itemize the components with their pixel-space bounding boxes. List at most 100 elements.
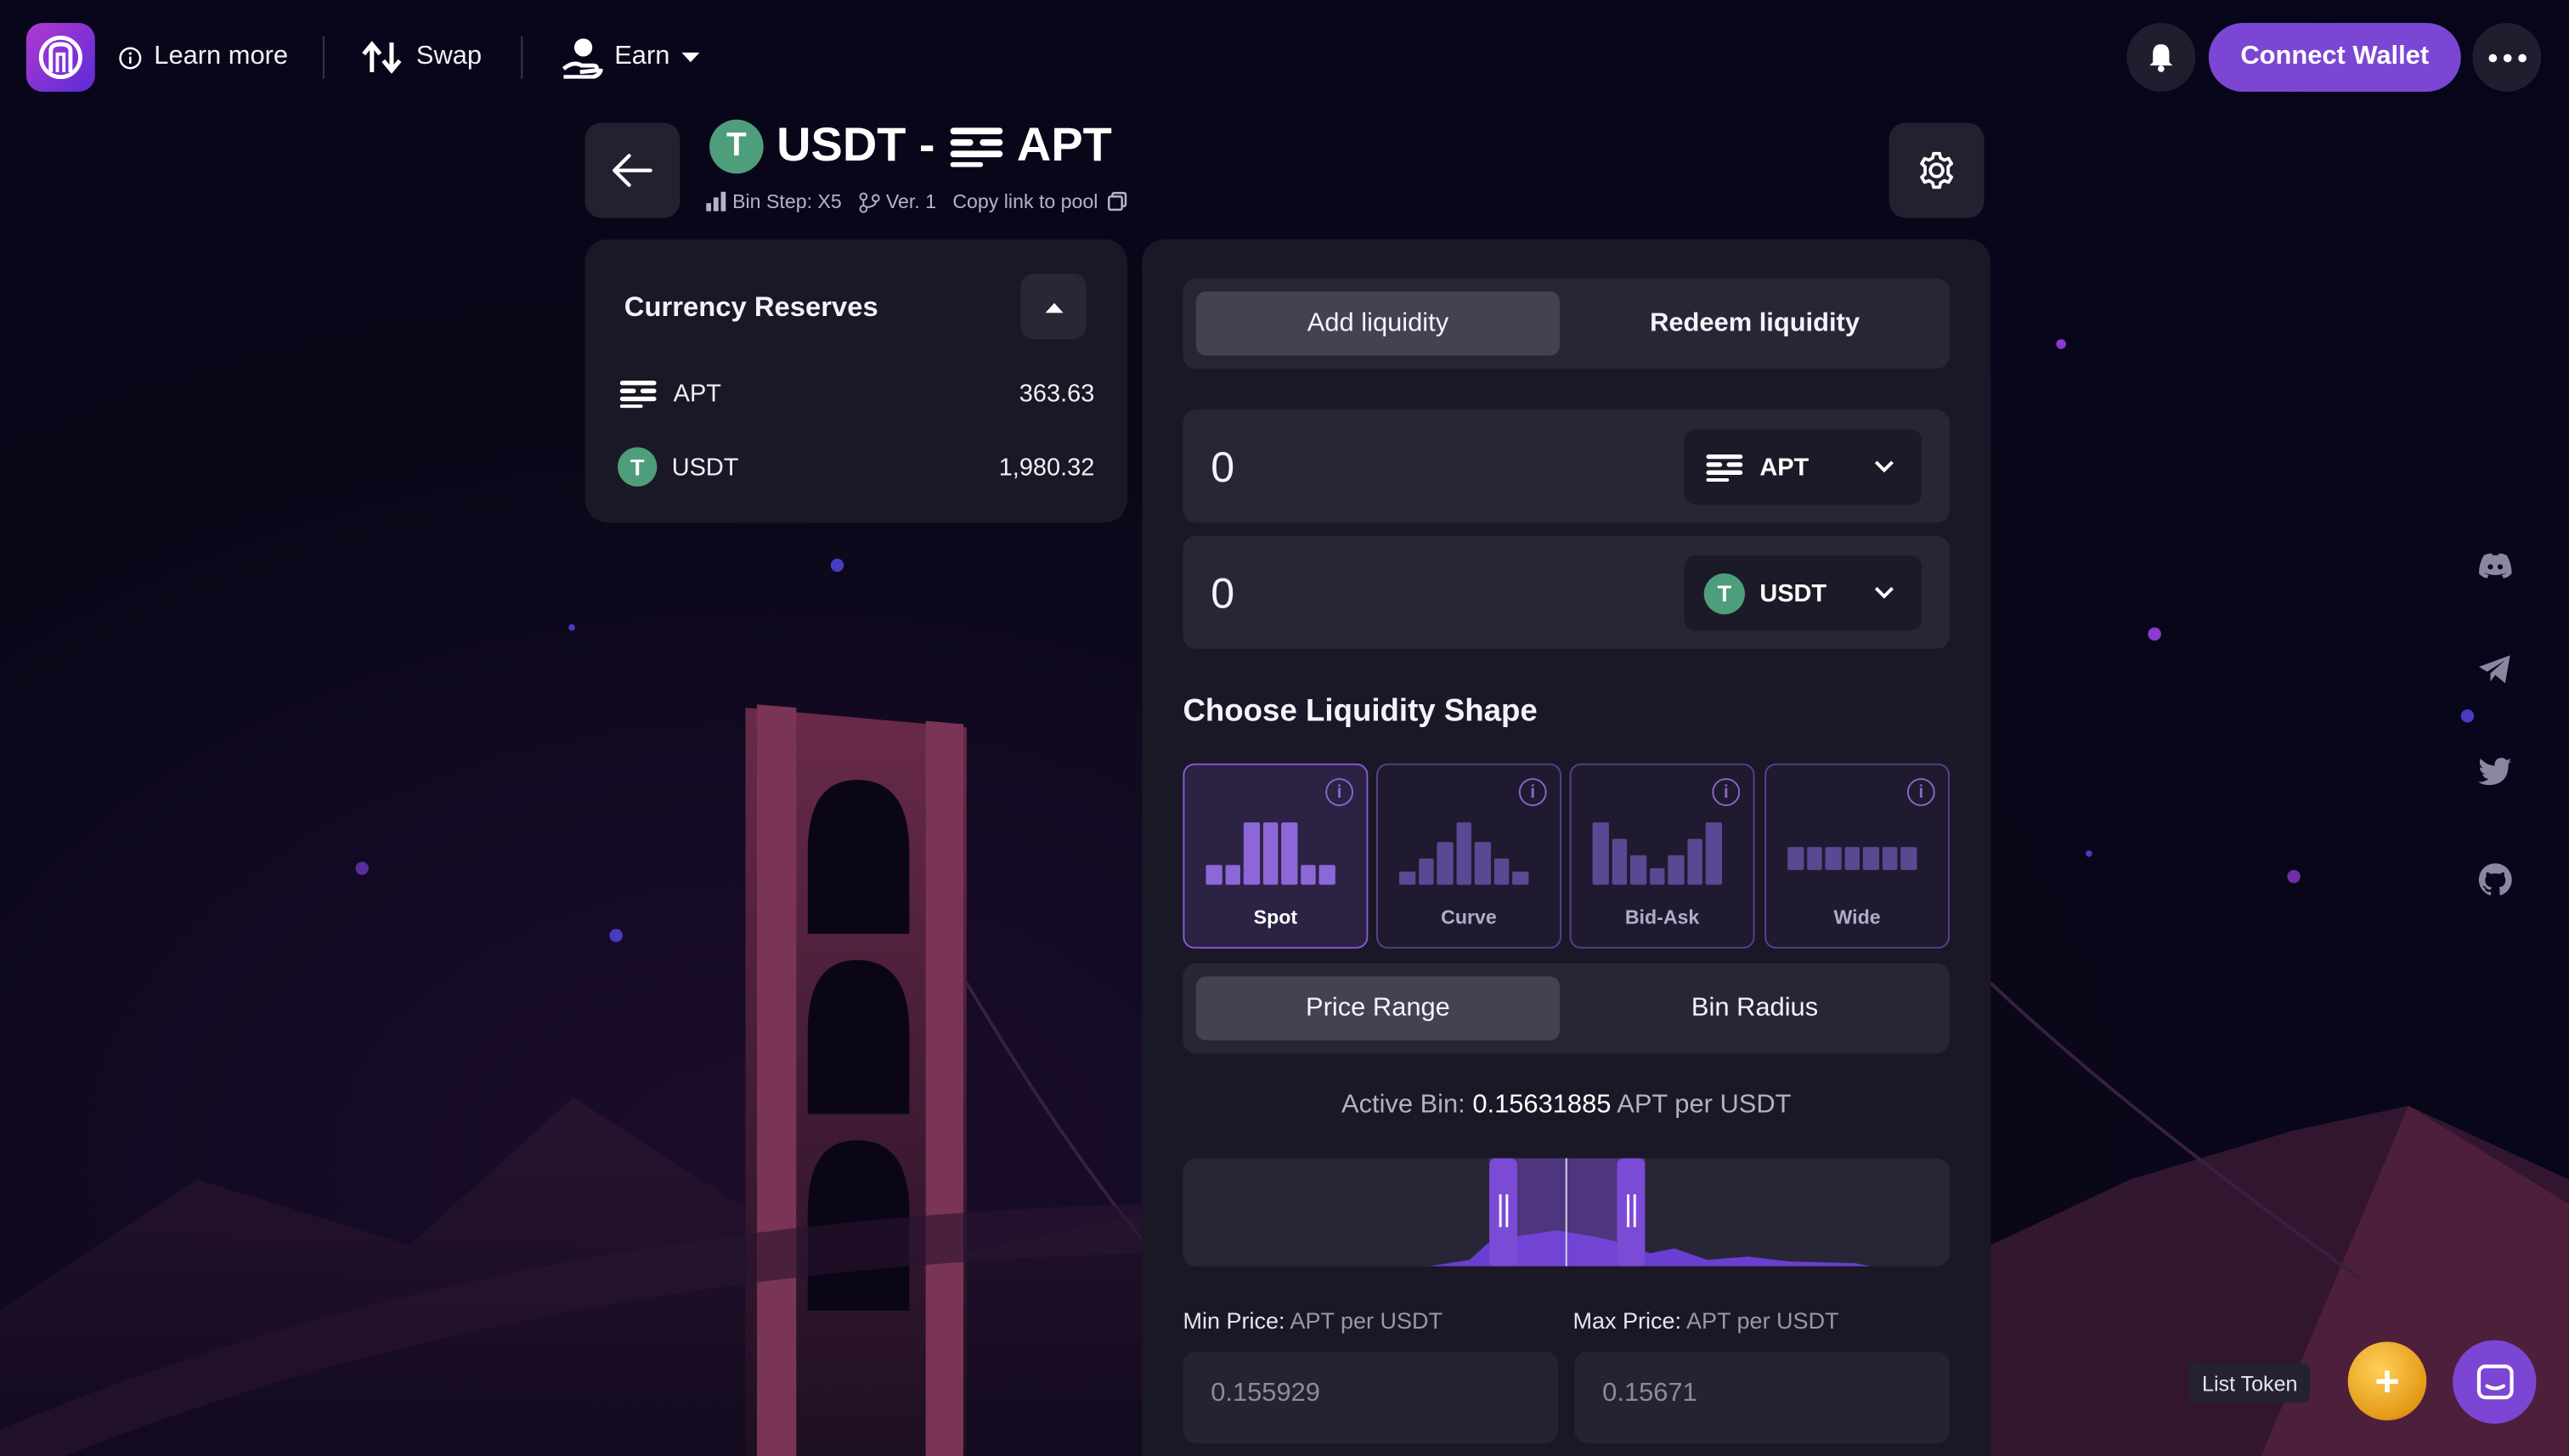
max-price-input[interactable]: 0.15671: [1574, 1352, 1951, 1444]
nav-earn[interactable]: Earn: [561, 36, 700, 79]
min-price-title: Min Price:: [1183, 1307, 1285, 1334]
amount-value[interactable]: 0: [1211, 568, 1234, 619]
usdt-token-icon: T: [709, 118, 764, 173]
tab-bin-radius[interactable]: Bin Radius: [1572, 976, 1936, 1040]
min-price-input[interactable]: 0.155929: [1183, 1352, 1559, 1444]
token-select-usdt[interactable]: T USDT: [1684, 555, 1923, 631]
max-price-label: Max Price: APT per USDT: [1572, 1307, 1838, 1334]
range-handle-right[interactable]: [1617, 1158, 1646, 1267]
min-price-unit: APT per USDT: [1290, 1307, 1443, 1334]
twitter-link[interactable]: [2477, 753, 2513, 789]
liquidity-panel: Add liquidity Redeem liquidity 0 APT 0 T…: [1142, 239, 1991, 1456]
shape-curve[interactable]: i Curve: [1376, 763, 1561, 949]
shape-label: Spot: [1253, 906, 1298, 929]
liquidity-tabs: Add liquidity Redeem liquidity: [1183, 278, 1951, 369]
notifications-button[interactable]: [2126, 23, 2196, 93]
info-icon: [119, 46, 142, 69]
token-select-apt[interactable]: APT: [1684, 429, 1923, 505]
nav-learn-more[interactable]: Learn more: [118, 36, 288, 78]
amount-input-usdt[interactable]: 0 T USDT: [1183, 535, 1951, 649]
user-hand-icon: [562, 38, 603, 79]
usdt-token-icon: T: [618, 447, 658, 487]
nav-swap[interactable]: Swap: [362, 36, 482, 78]
info-icon[interactable]: i: [1518, 778, 1547, 806]
telegram-icon: [2478, 654, 2510, 683]
settings-button[interactable]: [1889, 122, 1985, 218]
spot-bars: [1205, 822, 1335, 885]
telegram-link[interactable]: [2477, 651, 2513, 686]
reserves-title: Currency Reserves: [624, 291, 878, 323]
reserve-symbol: USDT: [671, 453, 739, 482]
shape-spot[interactable]: i Spot: [1183, 763, 1369, 949]
shape-wide[interactable]: i Wide: [1764, 763, 1951, 949]
amount-input-apt[interactable]: 0 APT: [1183, 409, 1951, 523]
active-bin-info: Active Bin: 0.15631885 APT per USDT: [1183, 1091, 1950, 1120]
list-token-button[interactable]: +: [2347, 1341, 2427, 1421]
nav-learn-more-label: Learn more: [154, 42, 289, 71]
plus-coin-icon: +: [2374, 1355, 2400, 1405]
info-icon[interactable]: i: [1325, 778, 1354, 806]
copy-link-label: Copy link to pool: [952, 189, 1098, 213]
curve-bars: [1399, 822, 1528, 885]
pool-title: T USDT - APT: [709, 118, 1112, 174]
logo-icon: [38, 35, 82, 80]
reserve-amount: 1,980.32: [998, 453, 1095, 482]
top-nav: Learn more Swap Earn Connect Wallet: [0, 0, 2569, 115]
apt-token-icon: [1706, 454, 1743, 483]
pool-meta: Bin Step: X5 Ver. 1 Copy link to pool: [706, 189, 1127, 215]
min-price-label: Min Price: APT per USDT: [1183, 1307, 1443, 1334]
currency-reserves-card: Currency Reserves APT 363.63 T USDT 1,98…: [584, 239, 1127, 523]
more-icon-dot: [2502, 53, 2511, 62]
bell-icon: [2149, 44, 2173, 72]
version-label: Ver. 1: [885, 189, 937, 213]
apt-token-icon: [949, 127, 1002, 167]
max-price-title: Max Price:: [1572, 1307, 1681, 1334]
price-range-selector[interactable]: [1183, 1158, 1951, 1267]
chat-support-button[interactable]: [2453, 1340, 2537, 1424]
info-icon[interactable]: i: [1906, 778, 1935, 806]
bin-step: Bin Step: X5: [706, 190, 842, 213]
back-button[interactable]: [584, 122, 680, 218]
bar-chart-icon: [706, 191, 726, 212]
bid-ask-bars: [1592, 822, 1721, 885]
tab-redeem-liquidity[interactable]: Redeem liquidity: [1572, 291, 1936, 355]
range-tabs: Price Range Bin Radius: [1183, 963, 1951, 1054]
amount-value[interactable]: 0: [1211, 443, 1234, 494]
nav-swap-label: Swap: [415, 42, 483, 71]
range-handle-left[interactable]: [1489, 1158, 1517, 1267]
branch-icon: [859, 191, 880, 212]
token-a-symbol: USDT: [776, 118, 906, 172]
nav-divider: [521, 36, 523, 79]
connect-wallet-button[interactable]: Connect Wallet: [2208, 23, 2461, 93]
tab-add-liquidity[interactable]: Add liquidity: [1195, 291, 1561, 356]
twitter-icon: [2478, 758, 2512, 786]
gear-icon: [1920, 151, 1954, 189]
active-bin-value: 0.15631885: [1472, 1091, 1612, 1120]
shape-label: Wide: [1833, 906, 1881, 929]
reserves-collapse-button[interactable]: [1020, 274, 1087, 340]
list-token-tooltip: List Token: [2188, 1363, 2311, 1402]
tab-price-range[interactable]: Price Range: [1195, 976, 1561, 1041]
discord-link[interactable]: [2477, 547, 2513, 583]
apt-token-icon: [619, 381, 657, 409]
more-icon: [2487, 53, 2497, 62]
github-link[interactable]: [2477, 861, 2513, 897]
chevron-down-icon: [1874, 587, 1894, 599]
nav-earn-label: Earn: [614, 42, 670, 71]
liquidity-distribution-graph: [1428, 1158, 1872, 1267]
more-icon-dot: [2517, 53, 2526, 62]
bin-step-label: Bin Step: X5: [732, 189, 842, 213]
reserve-amount: 363.63: [1019, 379, 1095, 408]
github-icon: [2478, 863, 2512, 895]
more-menu-button[interactable]: [2472, 23, 2542, 93]
reserve-row-apt: APT 363.63: [618, 374, 1094, 413]
token-select-label: APT: [1759, 453, 1810, 482]
app-logo[interactable]: [25, 23, 95, 93]
info-icon[interactable]: i: [1712, 778, 1741, 806]
version: Ver. 1: [858, 190, 936, 213]
shape-bid-ask[interactable]: i Bid-Ask: [1569, 763, 1755, 949]
shape-label: Curve: [1441, 906, 1497, 929]
copy-link-button[interactable]: Copy link to pool: [952, 190, 1127, 213]
discord-icon: [2478, 552, 2512, 578]
token-select-label: USDT: [1759, 578, 1827, 607]
